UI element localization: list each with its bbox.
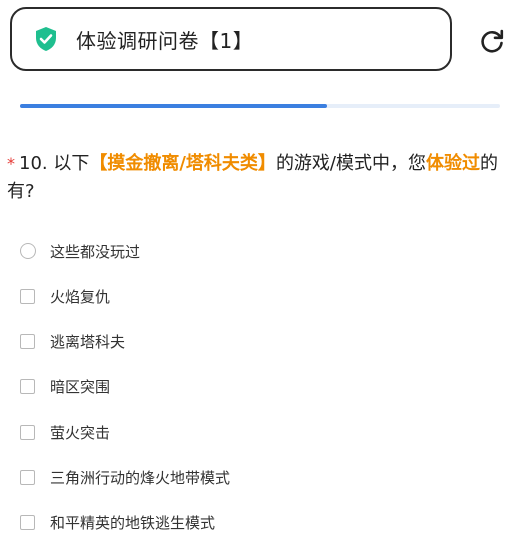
progress-bar bbox=[20, 104, 500, 108]
survey-title: 体验调研问卷【1】 bbox=[76, 28, 254, 53]
option-pubg-metro-royale[interactable]: 和平精英的地铁逃生模式 bbox=[20, 510, 215, 534]
option-fire-revenge[interactable]: 火焰复仇 bbox=[20, 284, 110, 308]
survey-page: 体验调研问卷【1】 * 10. 以下【摸金撤离/塔科夫类】的游戏/模式中，您体验过… bbox=[0, 0, 516, 538]
option-arena-breakout[interactable]: 暗区突围 bbox=[20, 374, 110, 398]
option-escape-from-tarkov[interactable]: 逃离塔科夫 bbox=[20, 329, 125, 353]
checkbox[interactable] bbox=[20, 378, 35, 394]
reload-icon[interactable] bbox=[478, 27, 506, 55]
question-highlight-1: 【摸金撤离/塔科夫类】 bbox=[89, 153, 276, 174]
required-mark: * bbox=[7, 154, 15, 173]
checkbox[interactable] bbox=[20, 469, 35, 485]
question-part-1: 10. 以下 bbox=[19, 153, 90, 174]
checkbox[interactable] bbox=[20, 424, 35, 440]
checkbox[interactable] bbox=[20, 288, 35, 304]
shield-check-icon bbox=[34, 26, 58, 52]
checkbox[interactable] bbox=[20, 333, 35, 349]
question-part-2: 的游戏/模式中，您 bbox=[275, 153, 427, 174]
option-label: 和平精英的地铁逃生模式 bbox=[50, 513, 216, 532]
radio-button[interactable] bbox=[20, 243, 36, 259]
question-highlight-2: 体验过 bbox=[426, 153, 481, 174]
question-text: * 10. 以下【摸金撤离/塔科夫类】的游戏/模式中，您体验过的有? bbox=[7, 150, 499, 206]
option-label: 逃离塔科夫 bbox=[50, 332, 126, 351]
checkbox[interactable] bbox=[20, 514, 35, 530]
option-label: 这些都没玩过 bbox=[50, 242, 141, 261]
option-label: 暗区突围 bbox=[50, 377, 111, 396]
option-label: 火焰复仇 bbox=[50, 287, 111, 306]
option-label: 萤火突击 bbox=[50, 423, 111, 442]
option-none-played[interactable]: 这些都没玩过 bbox=[20, 239, 140, 263]
option-firefly-assault[interactable]: 萤火突击 bbox=[20, 420, 110, 444]
option-delta-force-hazard[interactable]: 三角洲行动的烽火地带模式 bbox=[20, 465, 230, 489]
survey-header: 体验调研问卷【1】 bbox=[10, 7, 452, 71]
progress-fill bbox=[20, 104, 328, 108]
option-label: 三角洲行动的烽火地带模式 bbox=[50, 468, 231, 487]
